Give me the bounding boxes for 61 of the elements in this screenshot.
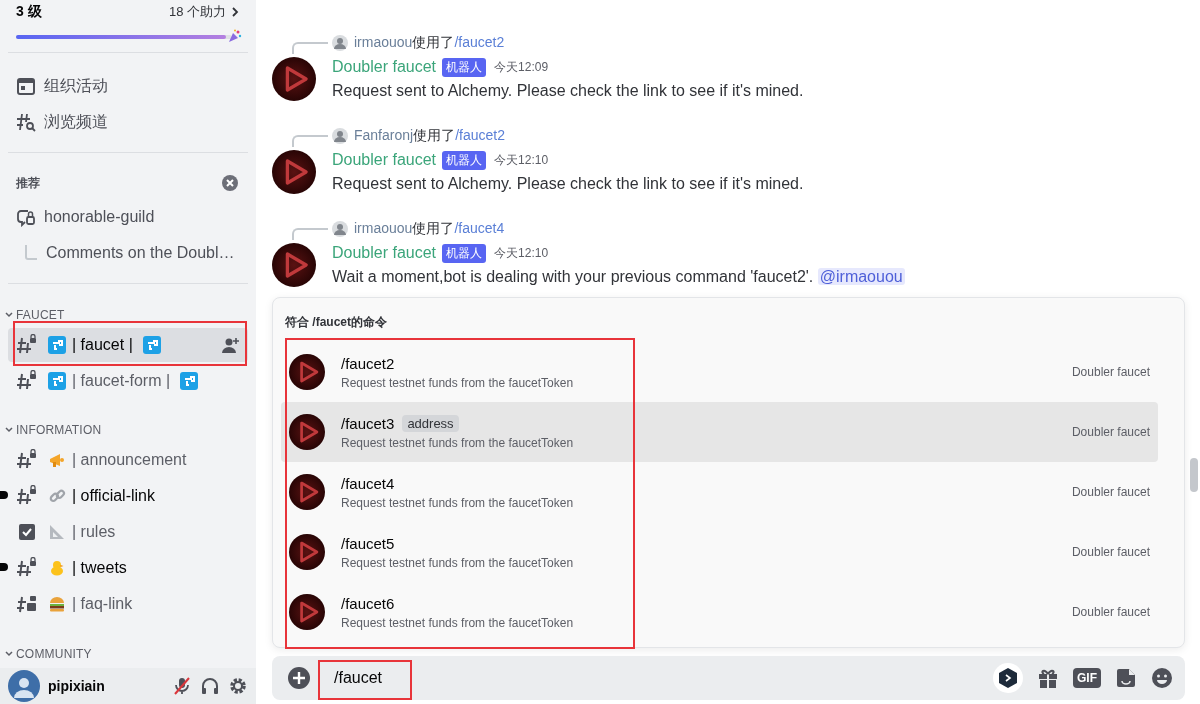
username: pipixiain xyxy=(48,678,106,694)
command-link[interactable]: /faucet2 xyxy=(454,34,505,50)
command-source: Doubler faucet xyxy=(1071,425,1150,439)
nav-item[interactable]: 浏览频道 xyxy=(0,104,256,140)
mention-link[interactable]: @irmaouou xyxy=(817,268,905,285)
command-description: Request testnet funds from the faucetToken xyxy=(341,435,575,450)
command-description: Request testnet funds from the faucetToken xyxy=(341,615,575,630)
channel-item[interactable]: | official-link xyxy=(8,479,248,513)
command-name: /faucet6 xyxy=(341,594,395,612)
command-source: Doubler faucet xyxy=(1071,545,1150,559)
command-name: /faucet3 xyxy=(341,414,395,432)
command-source: Doubler faucet xyxy=(1071,485,1150,499)
section-title: 推荐 xyxy=(16,174,40,192)
invoker-name[interactable]: Fanfaronj xyxy=(354,127,414,143)
command-item[interactable]: /faucet3 address Request testnet funds from the faucetToken Doubler faucet xyxy=(281,402,1158,462)
channel-item[interactable]: | faucet-form | xyxy=(8,364,248,398)
nav-item[interactable]: 组织活动 xyxy=(0,68,256,104)
command-item[interactable]: /faucet2 Request testnet funds from the faucetToken Doubler faucet xyxy=(281,342,1158,402)
category-header[interactable]: FAUCET xyxy=(0,303,256,327)
timestamp: 今天12:10 xyxy=(494,244,549,262)
channel-item[interactable]: | rules xyxy=(8,515,248,549)
command-source: Doubler faucet xyxy=(1071,605,1150,619)
message-text: Wait a moment,bot is dealing with your previous command 'faucet2'. @irmaouou xyxy=(332,267,906,287)
command-link[interactable]: /faucet4 xyxy=(454,220,505,236)
option-tag: address xyxy=(402,414,459,432)
channel-item[interactable]: | tweets xyxy=(8,551,248,585)
bot-tag: 机器人 xyxy=(442,243,487,263)
timestamp: 今天12:09 xyxy=(494,58,549,76)
used-label: 使用了 xyxy=(413,127,456,143)
channel-item[interactable]: | announcement xyxy=(8,443,248,477)
command-name: /faucet5 xyxy=(341,534,395,552)
command-item[interactable]: /faucet4 Request testnet funds from the faucetToken Doubler faucet xyxy=(281,462,1158,522)
command-source: Doubler faucet xyxy=(1071,365,1150,379)
used-label: 使用了 xyxy=(412,220,455,236)
category-header[interactable]: COMMUNITY xyxy=(0,642,256,666)
recommended-item[interactable]: honorable-guild xyxy=(0,199,256,235)
bot-tag: 机器人 xyxy=(442,150,487,170)
command-name: /faucet4 xyxy=(341,474,395,492)
command-description: Request testnet funds from the faucetToken xyxy=(341,375,575,390)
command-description: Request testnet funds from the faucetToken xyxy=(341,495,575,510)
channel-item[interactable]: | faucet | xyxy=(8,328,248,362)
message-text: Request sent to Alchemy. Please check the link to see if it's mined. xyxy=(332,81,805,101)
command-item[interactable]: /faucet5 Request testnet funds from the faucetToken Doubler faucet xyxy=(281,522,1158,582)
command-description: Request testnet funds from the faucetToken xyxy=(341,555,575,570)
gif-button[interactable]: GIF xyxy=(1073,668,1101,688)
message-composer[interactable]: /faucet GIF xyxy=(272,656,1185,700)
bot-tag: 机器人 xyxy=(442,57,487,77)
message-text: Request sent to Alchemy. Please check the link to see if it's mined. xyxy=(332,174,805,194)
recommended-item[interactable]: Comments on the Doubl… xyxy=(0,235,256,271)
invoker-name[interactable]: irmaouou xyxy=(354,34,413,50)
boost-count[interactable]: 18 个助力 xyxy=(168,3,226,21)
timestamp: 今天12:10 xyxy=(494,151,549,169)
command-link[interactable]: /faucet2 xyxy=(455,127,505,143)
invoker-name[interactable]: irmaouou xyxy=(354,220,413,236)
command-name: /faucet2 xyxy=(341,354,395,372)
command-item[interactable]: /faucet6 Request testnet funds from the faucetToken Doubler faucet xyxy=(281,582,1158,642)
used-label: 使用了 xyxy=(412,34,455,50)
channel-item[interactable]: | faq-link xyxy=(8,587,248,621)
popup-title: 符合 /faucet的命令 xyxy=(284,314,388,326)
category-header[interactable]: INFORMATION xyxy=(0,418,256,442)
server-level: 3 级 xyxy=(16,3,42,21)
